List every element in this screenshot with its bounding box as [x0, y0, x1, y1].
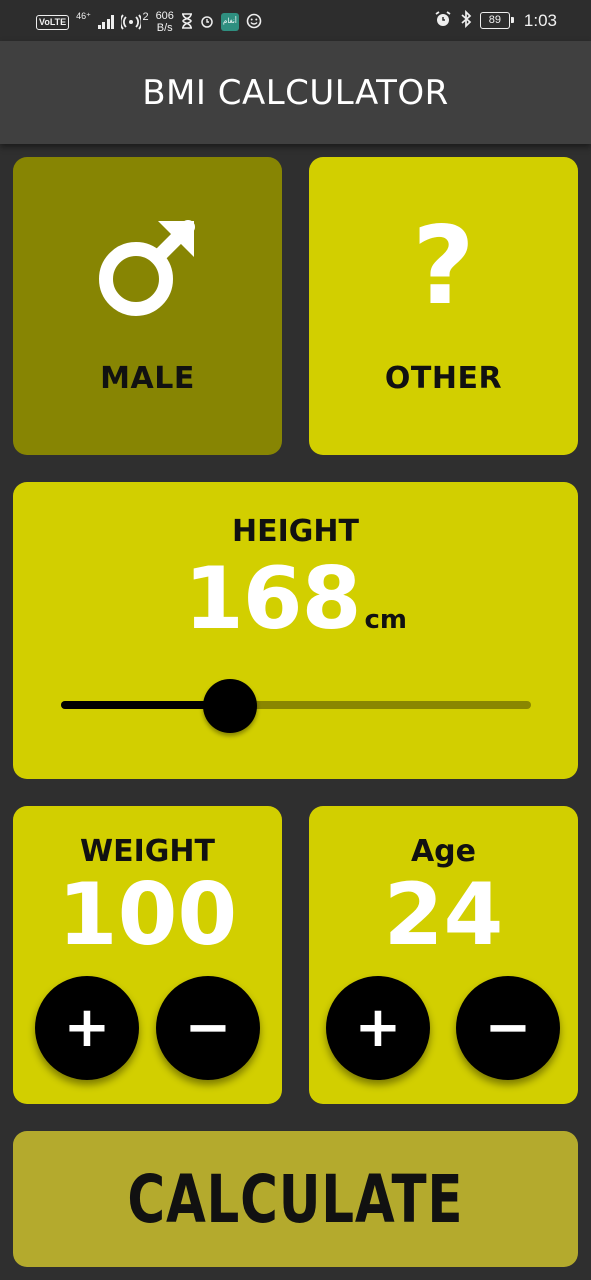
alarm-clock-icon: [434, 10, 452, 31]
battery-icon: 89: [479, 12, 514, 29]
status-bar-left: VoLTE 46⁺ 2 606 B/s أنغام: [36, 10, 262, 34]
height-value: 168: [183, 549, 362, 649]
height-value-row: 168 cm: [184, 551, 407, 647]
weight-card: WEIGHT 100 + −: [13, 806, 282, 1104]
male-label: MALE: [100, 361, 195, 396]
network-speed: 606 B/s: [156, 10, 174, 34]
app-icon: أنغام: [220, 13, 239, 31]
weight-plus-button[interactable]: +: [35, 976, 139, 1080]
age-value: 24: [383, 865, 504, 965]
weight-label: WEIGHT: [80, 834, 215, 869]
bluetooth-icon: [460, 9, 472, 31]
volte-icon: VoLTE: [36, 14, 70, 30]
age-plus-button[interactable]: +: [326, 976, 430, 1080]
height-card: HEIGHT 168 cm: [13, 482, 578, 779]
hotspot-count: 2: [142, 10, 149, 23]
plus-icon: +: [63, 995, 111, 1060]
minus-icon: −: [484, 995, 532, 1060]
other-card[interactable]: ? OTHER: [309, 157, 578, 455]
male-card[interactable]: MALE: [13, 157, 282, 455]
hourglass-icon: [181, 12, 193, 32]
calculate-button[interactable]: CALCULATE: [13, 1131, 578, 1267]
alarm-icon: [200, 14, 214, 31]
calculate-label: CALCULATE: [127, 1160, 464, 1238]
age-minus-button[interactable]: −: [456, 976, 560, 1080]
app-bar: BMI CALCULATOR: [0, 41, 591, 144]
network-type: 46⁺: [76, 10, 91, 21]
question-mark-icon: ?: [392, 204, 496, 329]
status-bar: VoLTE 46⁺ 2 606 B/s أنغام 89 1:03: [0, 0, 591, 41]
height-slider[interactable]: [61, 679, 531, 733]
minus-icon: −: [184, 995, 232, 1060]
weight-value: 100: [57, 865, 238, 965]
age-card: Age 24 + −: [309, 806, 578, 1104]
other-label: OTHER: [384, 361, 503, 396]
age-buttons: + −: [326, 976, 560, 1080]
slider-thumb[interactable]: [203, 679, 258, 733]
male-icon: [96, 215, 200, 319]
signal-icon: [97, 15, 115, 29]
emoji-icon: [246, 13, 262, 32]
status-bar-right: 89 1:03: [434, 9, 557, 31]
weight-minus-button[interactable]: −: [156, 976, 260, 1080]
app-title: BMI CALCULATOR: [142, 72, 449, 113]
age-label: Age: [410, 834, 477, 869]
height-label: HEIGHT: [232, 514, 359, 549]
hotspot-icon: [120, 12, 143, 33]
plus-icon: +: [354, 995, 402, 1060]
height-unit: cm: [364, 605, 408, 635]
clock: 1:03: [523, 10, 557, 30]
speed-value: 606: [155, 10, 174, 22]
question-mark-glyph: ?: [412, 204, 475, 329]
speed-unit: B/s: [156, 22, 173, 34]
weight-buttons: + −: [35, 976, 260, 1080]
